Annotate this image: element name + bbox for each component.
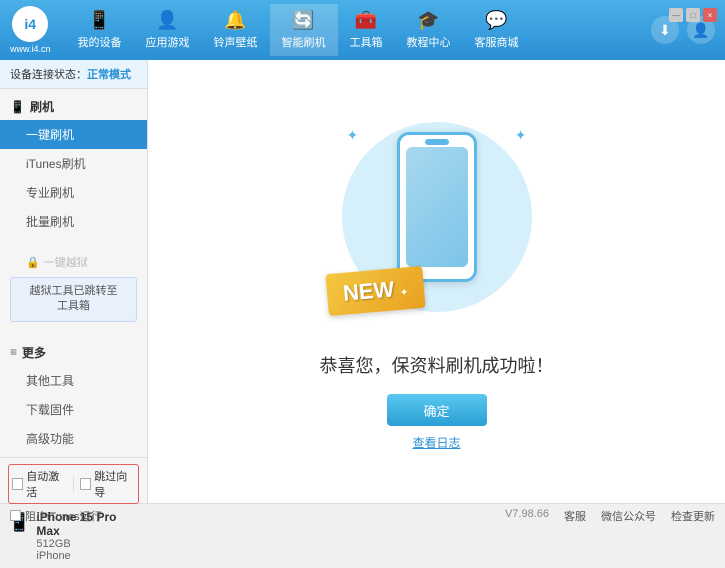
more-section: ≡ 更多 其他工具 下载固件 高级功能 — [0, 335, 147, 457]
phone-screen — [406, 147, 468, 267]
status-label: 设备连接状态： — [10, 69, 87, 81]
nav-tutorial[interactable]: 🎓 教程中心 — [395, 4, 463, 56]
app-logo: i4 www.i4.cn — [10, 6, 51, 54]
sidebar-item-other-tools[interactable]: 其他工具 — [0, 366, 147, 395]
check-update-link[interactable]: 检查更新 — [671, 508, 715, 524]
nav-smart-flash[interactable]: 🔄 智能刷机 — [270, 4, 338, 56]
sidebar-item-download-firmware[interactable]: 下载固件 — [0, 395, 147, 424]
version-label: V7.98.66 — [505, 508, 549, 524]
lock-icon: 🔒 — [26, 256, 40, 269]
sidebar-item-advanced[interactable]: 高级功能 — [0, 424, 147, 453]
nav-app-games[interactable]: 👤 应用游戏 — [134, 4, 202, 56]
sidebar-item-itunes-flash[interactable]: iTunes刷机 — [0, 149, 147, 178]
service-icon: 💬 — [485, 10, 507, 31]
more-header: ≡ 更多 — [0, 339, 147, 366]
auto-row: 自动激活 跳过向导 — [8, 464, 139, 504]
nav-my-device[interactable]: 📱 我的设备 — [66, 4, 134, 56]
sidebar-item-pro-flash[interactable]: 专业刷机 — [0, 178, 147, 207]
itunes-row: 阻止iTunes运行 — [10, 508, 102, 524]
device-type: iPhone — [36, 550, 139, 562]
skip-guide-label[interactable]: 跳过向导 — [80, 468, 135, 500]
device-storage: 512GB — [36, 538, 139, 550]
new-badge-text: NEW — [341, 276, 394, 305]
feedback-link[interactable]: 客服 — [564, 508, 586, 524]
nav-tools-label: 工具箱 — [350, 34, 383, 50]
status-value: 正常模式 — [87, 69, 131, 81]
auto-activate-label[interactable]: 自动激活 — [12, 468, 67, 500]
new-badge: NEW ✦ — [325, 266, 425, 316]
maximize-button[interactable]: □ — [686, 8, 700, 22]
my-device-icon: 📱 — [88, 10, 110, 31]
view-log-link[interactable]: 查看日志 — [412, 434, 460, 451]
flash-header-label: 刷机 — [30, 98, 54, 115]
app-games-icon: 👤 — [156, 10, 178, 31]
status-bar: 设备连接状态：正常模式 — [0, 60, 147, 89]
sparkle-right-icon: ✦ — [515, 127, 527, 144]
more-header-label: 更多 — [22, 344, 46, 361]
nav-tutorial-label: 教程中心 — [407, 34, 451, 50]
minimize-button[interactable]: — — [669, 8, 683, 22]
nav-service[interactable]: 💬 客服商城 — [463, 4, 531, 56]
sidebar: 设备连接状态：正常模式 📱 刷机 一键刷机 iTunes刷机 专业刷机 批量刷机 — [0, 60, 148, 503]
logo-icon: i4 — [12, 6, 48, 42]
itunes-label: 阻止iTunes运行 — [25, 508, 102, 524]
checkbox-divider — [73, 476, 74, 492]
confirm-button[interactable]: 确定 — [387, 394, 487, 426]
topbar: i4 www.i4.cn 📱 我的设备 👤 应用游戏 🔔 铃声壁纸 🔄 智能刷机 — [0, 0, 725, 60]
content-area: ✦ ✦ NEW ✦ 恭喜您，保资料刷机成功啦！ 确定 查看日志 — [148, 60, 725, 503]
itunes-checkbox[interactable] — [10, 510, 21, 521]
jailbreak-header: 🔒 一键越狱 — [0, 250, 147, 274]
tools-icon: 🧰 — [355, 10, 377, 31]
jailbreak-label: 一键越狱 — [44, 254, 88, 270]
nav-smart-flash-label: 智能刷机 — [282, 34, 326, 50]
more-header-icon: ≡ — [10, 345, 17, 359]
logo-text: www.i4.cn — [10, 44, 51, 54]
jailbreak-note: 越狱工具已跳转至 工具箱 — [10, 277, 137, 322]
sidebar-item-one-click-flash[interactable]: 一键刷机 — [0, 120, 147, 149]
phone-body — [397, 132, 477, 282]
ringtone-icon: 🔔 — [224, 10, 246, 31]
smart-flash-icon: 🔄 — [292, 10, 314, 31]
flash-header: 📱 刷机 — [0, 93, 147, 120]
flash-section: 📱 刷机 一键刷机 iTunes刷机 专业刷机 批量刷机 — [0, 89, 147, 240]
nav-my-device-label: 我的设备 — [78, 34, 122, 50]
sidebar-item-batch-flash[interactable]: 批量刷机 — [0, 207, 147, 236]
phone-notch — [425, 139, 449, 145]
success-text: 恭喜您，保资料刷机成功啦！ — [320, 352, 554, 378]
bottom-right: V7.98.66 客服 微信公众号 检查更新 — [505, 508, 715, 524]
nav-tools[interactable]: 🧰 工具箱 — [338, 4, 395, 56]
flash-header-icon: 📱 — [10, 100, 25, 114]
jailbreak-section: 🔒 一键越狱 越狱工具已跳转至 工具箱 — [0, 246, 147, 329]
skip-guide-checkbox[interactable] — [80, 478, 91, 490]
phone-illustration: ✦ ✦ NEW ✦ — [337, 112, 537, 332]
close-button[interactable]: × — [703, 8, 717, 22]
nav-ringtone[interactable]: 🔔 铃声壁纸 — [202, 4, 270, 56]
nav-service-label: 客服商城 — [475, 34, 519, 50]
nav-items: 📱 我的设备 👤 应用游戏 🔔 铃声壁纸 🔄 智能刷机 🧰 工具箱 🎓 — [66, 4, 651, 56]
tutorial-icon: 🎓 — [417, 10, 439, 31]
auto-activate-checkbox[interactable] — [12, 478, 23, 490]
nav-app-games-label: 应用游戏 — [146, 34, 190, 50]
nav-ringtone-label: 铃声壁纸 — [214, 34, 258, 50]
wechat-link[interactable]: 微信公众号 — [601, 508, 656, 524]
sparkle-left-icon: ✦ — [347, 127, 359, 144]
